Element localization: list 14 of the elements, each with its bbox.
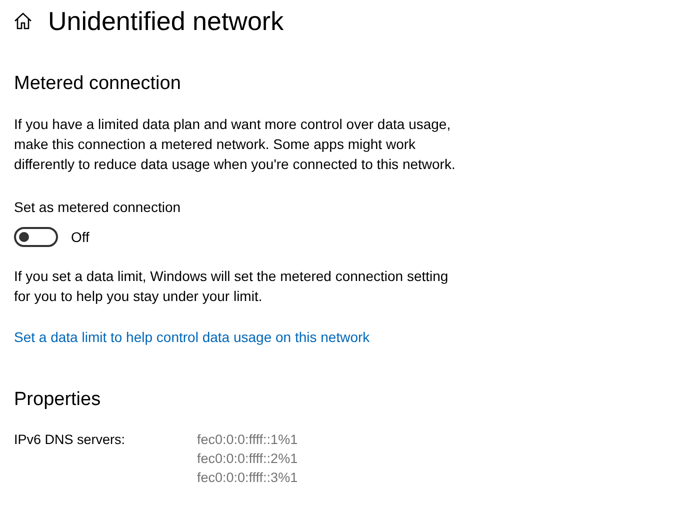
description-text: If you have a limited data plan and want more control over data usage, make this connection a metered network. Some apps might work differently to reduce data usage when you're connected to this network. [14,115,456,174]
home-icon[interactable] [14,12,32,30]
data-limit-link[interactable]: Set a data limit to help control data usage on this network [14,329,370,345]
toggle-switch[interactable] [14,227,58,247]
note-text: If you set a data limit, Windows will set the metered connection setting for you to help you stay under your limit. [14,267,450,306]
toggle-label: Set as metered connection [14,199,181,215]
toggle-state: Off [71,229,90,245]
section-heading: Metered connection [14,73,182,96]
property-value: fec0:0:0:ffff::3%1 [197,470,298,485]
property-value: fec0:0:0:ffff::2%1 [197,451,298,466]
property-label: IPv6 DNS servers: [14,432,126,449]
page-title: Unidentified network [48,6,284,36]
section-heading: Properties [14,389,102,412]
property-value: fec0:0:0:ffff::1%1 [197,432,298,447]
